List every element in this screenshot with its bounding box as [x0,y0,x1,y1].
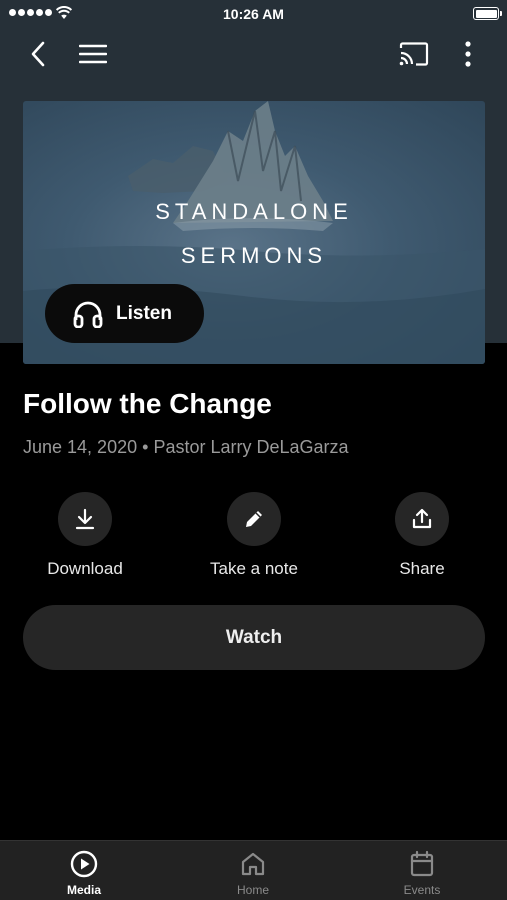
take-note-label: Take a note [210,559,298,578]
meta-separator: • [142,437,149,457]
status-time: 10:26 AM [223,6,284,22]
take-note-circle[interactable] [227,492,281,546]
chevron-left-icon [31,41,45,67]
sermon-speaker: Pastor Larry DeLaGarza [153,437,349,457]
navigation-bar [0,30,507,76]
back-button[interactable] [18,34,58,74]
sermon-title: Follow the Change [23,388,272,419]
sermon-date: June 14, 2020 [23,437,138,457]
home-icon [241,852,265,876]
play-circle-icon [70,850,98,878]
download-button[interactable]: Download [15,492,155,579]
share-label: Share [399,559,445,578]
watch-label: Watch [225,626,283,648]
cast-button[interactable] [394,34,434,74]
tab-bar: Media Home Events [0,840,507,900]
headphones-icon [73,301,103,328]
download-icon [75,508,95,530]
tab-media-label: Media [66,883,101,897]
take-note-button[interactable]: Take a note [184,492,324,579]
battery-icon [473,7,502,20]
download-label: Download [47,559,123,578]
hamburger-menu-icon [79,44,107,64]
sermon-meta: June 14, 2020 • Pastor Larry DeLaGarza [23,437,349,458]
tab-events[interactable]: Events [362,849,482,897]
tab-home-label: Home [236,883,269,897]
calendar-icon [410,850,434,877]
artwork-title-line-2: SERMONS [180,243,328,268]
more-vertical-icon [465,41,471,67]
action-row: Download Take a note Share [0,492,507,582]
share-icon [412,508,432,529]
share-circle[interactable] [395,492,449,546]
menu-button[interactable] [73,34,113,74]
tab-media[interactable]: Media [24,849,144,897]
more-options-button[interactable] [448,34,488,74]
share-button[interactable]: Share [352,492,492,579]
watch-button[interactable]: Watch [23,605,485,670]
listen-button[interactable]: Listen [45,284,204,343]
status-bar: 10:26 AM [0,0,507,28]
artwork-title-line-1: STANDALONE [155,199,353,224]
tab-events-label: Events [403,883,441,897]
tab-home[interactable]: Home [193,849,313,897]
cast-icon [399,42,429,66]
pencil-icon [246,511,262,527]
listen-label: Listen [116,302,172,324]
download-circle[interactable] [58,492,112,546]
